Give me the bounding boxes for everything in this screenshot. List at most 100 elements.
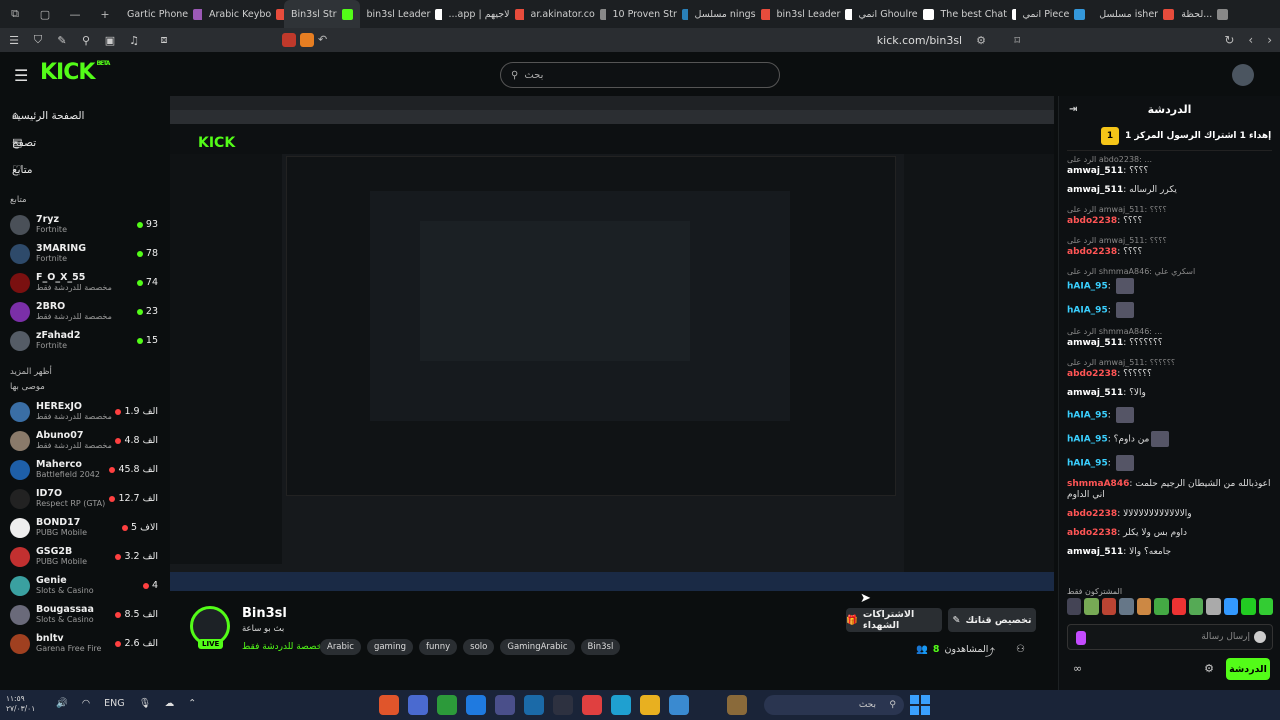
emote-icon[interactable] bbox=[1258, 598, 1274, 615]
browser-tab[interactable]: انمي Piece bbox=[1016, 0, 1093, 28]
channel-item[interactable]: GSG2B PUBG Mobile 3.2 الف bbox=[0, 542, 170, 571]
emote-icon[interactable] bbox=[1223, 598, 1239, 615]
channel-item[interactable]: ID7O Respect RP (GTA) 12.7 الف bbox=[0, 484, 170, 513]
mic-icon[interactable] bbox=[1076, 631, 1086, 645]
channel-item[interactable]: zFahad2 Fortnite 15 bbox=[0, 326, 170, 355]
emote-icon[interactable] bbox=[1136, 598, 1152, 615]
taskbar-app-icon[interactable] bbox=[350, 695, 370, 715]
video-player[interactable]: KICK bbox=[170, 96, 1054, 591]
wifi-icon[interactable]: ◠ bbox=[82, 698, 90, 709]
emoji-icon[interactable] bbox=[1254, 631, 1266, 643]
emote-icon[interactable] bbox=[1206, 598, 1221, 615]
taskbar-search[interactable]: بحث ⚲ bbox=[764, 695, 904, 715]
stream-category[interactable]: مخصصة للدردشة فقط bbox=[242, 642, 327, 652]
taskbar-app-icon[interactable] bbox=[727, 695, 747, 715]
streamer-name[interactable]: Bin3sl bbox=[242, 606, 287, 621]
tab-actions-icon[interactable]: ⧉ bbox=[0, 7, 30, 21]
channel-item[interactable]: Maherco Battlefield 2042 45.8 الف bbox=[0, 455, 170, 484]
share-icon[interactable]: ⤴ bbox=[985, 644, 995, 659]
stream-tag[interactable]: solo bbox=[463, 639, 495, 655]
subscribe-button[interactable]: 🎁 الاشتراكات الشهداء bbox=[846, 608, 942, 632]
chat-username[interactable]: amwaj_511 bbox=[1067, 547, 1123, 557]
pen-icon[interactable]: ✎ bbox=[52, 34, 72, 47]
customize-button[interactable]: ✎ تخصيص قناتك bbox=[948, 608, 1036, 632]
tray-chevron-icon[interactable]: ⌃ bbox=[188, 698, 196, 709]
chat-username[interactable]: amwaj_511 bbox=[1067, 388, 1123, 398]
channel-item[interactable]: F_O_X_55 مخصصة للدردشة فقط 74 bbox=[0, 268, 170, 297]
stream-tag[interactable]: funny bbox=[418, 639, 458, 655]
taskbar-app-icon[interactable] bbox=[669, 695, 689, 715]
music-icon[interactable]: ♫ bbox=[124, 34, 144, 47]
back-icon[interactable]: ‹ bbox=[1248, 33, 1253, 47]
workspaces-icon[interactable]: ▢ bbox=[30, 8, 60, 21]
channel-item[interactable]: 3MARING Fortnite 78 bbox=[0, 239, 170, 268]
undo-icon[interactable]: ↶ bbox=[318, 33, 332, 47]
sidebar-menu-item[interactable]: ▤ تصفح bbox=[0, 129, 170, 156]
emote-icon[interactable] bbox=[1188, 598, 1204, 615]
stream-tag[interactable]: GamingArabic bbox=[500, 639, 575, 655]
browser-tab[interactable]: Arabic Keybo bbox=[202, 0, 284, 28]
browser-tab[interactable]: انمي Ghoulre bbox=[852, 0, 934, 28]
collapse-chat-icon[interactable]: ⇥ bbox=[1069, 104, 1077, 115]
menu-icon[interactable]: ☰ bbox=[14, 66, 28, 85]
extension-icon[interactable] bbox=[282, 33, 296, 47]
brave-shield-icon[interactable] bbox=[300, 33, 314, 47]
taskbar-app-icon[interactable] bbox=[408, 695, 428, 715]
browser-tab[interactable]: ar.akinator.co bbox=[524, 0, 606, 28]
gear-icon[interactable]: ⚙ bbox=[1204, 662, 1214, 675]
browser-tab[interactable]: bin3sl Leader bbox=[360, 0, 442, 28]
forward-icon[interactable]: › bbox=[1267, 33, 1272, 47]
windows-start-icon[interactable] bbox=[910, 695, 930, 715]
channel-item[interactable]: Genie Slots & Casino 4 bbox=[0, 571, 170, 600]
browser-tab[interactable]: مسلسل nings bbox=[688, 0, 770, 28]
emote-icon[interactable] bbox=[1101, 598, 1117, 615]
volume-icon[interactable]: 🔊 bbox=[56, 698, 68, 709]
puzzle-icon[interactable]: ⚲ bbox=[76, 34, 96, 47]
chat-username[interactable]: abdo2238 bbox=[1067, 369, 1117, 379]
new-tab-icon[interactable]: + bbox=[90, 8, 120, 21]
browser-tab[interactable]: 10 Proven Str bbox=[606, 0, 688, 28]
emote-icon[interactable] bbox=[1171, 598, 1186, 615]
chat-username[interactable]: amwaj_511 bbox=[1067, 185, 1123, 195]
chat-username[interactable]: hAIA_95 bbox=[1067, 306, 1108, 316]
address-bar[interactable]: ↶ kick.com/bin3sl ⚙ ⌑ bbox=[280, 30, 1030, 50]
emote-icon[interactable] bbox=[1241, 598, 1256, 615]
sidebar-menu-item[interactable]: ♡ متابع bbox=[0, 156, 170, 183]
channel-item[interactable]: HERExJO مخصصة للدردشة فقط 1.9 الف bbox=[0, 397, 170, 426]
channel-item[interactable]: 7ryz Fortnite 93 bbox=[0, 210, 170, 239]
taskbar-app-icon[interactable] bbox=[611, 695, 631, 715]
bookmark-icon[interactable]: ⌑ bbox=[1014, 34, 1020, 47]
stream-tag[interactable]: Arabic bbox=[320, 639, 361, 655]
chat-send-button[interactable]: الدردشة bbox=[1226, 658, 1270, 680]
profile-icon[interactable]: ⚇ bbox=[1016, 644, 1025, 655]
chat-username[interactable]: abdo2238 bbox=[1067, 528, 1117, 538]
taskbar-app-icon[interactable] bbox=[553, 695, 573, 715]
taskbar-app-icon[interactable] bbox=[495, 695, 515, 715]
show-more-link[interactable]: أظهر المزيد bbox=[0, 367, 170, 377]
shield-icon[interactable]: ⛉ bbox=[28, 33, 48, 47]
chat-username[interactable]: hAIA_95 bbox=[1067, 459, 1108, 469]
chat-username[interactable]: shmmaA846 bbox=[1067, 479, 1129, 489]
browser-tab[interactable]: bin3sl Leader bbox=[770, 0, 852, 28]
emote-icon[interactable] bbox=[1119, 598, 1134, 615]
browser-tab[interactable]: Gartic Phone bbox=[120, 0, 202, 28]
emote-icon[interactable] bbox=[1154, 598, 1169, 615]
browser-tab[interactable]: Bin3sl Str bbox=[284, 0, 360, 28]
chat-username[interactable]: hAIA_95 bbox=[1067, 435, 1108, 445]
browser-tab[interactable]: لحظة... bbox=[1174, 0, 1235, 28]
chat-username[interactable]: hAIA_95 bbox=[1067, 411, 1108, 421]
user-avatar[interactable] bbox=[1232, 64, 1254, 86]
lang-indicator[interactable]: ENG bbox=[104, 698, 124, 709]
chat-input[interactable]: إرسال رسالة bbox=[1067, 624, 1273, 650]
panel-icon[interactable]: ▣ bbox=[100, 34, 120, 47]
clock[interactable]: ١١:٥٩ ٢٧/٠٣/٠١ bbox=[6, 694, 35, 714]
taskbar-app-icon[interactable] bbox=[379, 695, 399, 715]
infinity-icon[interactable]: ∞ bbox=[1073, 662, 1082, 675]
taskbar-app-icon[interactable] bbox=[582, 695, 602, 715]
tune-icon[interactable]: ⚙ bbox=[976, 34, 986, 47]
stream-tag[interactable]: gaming bbox=[366, 639, 413, 655]
kick-logo[interactable]: KICK BETA bbox=[40, 60, 110, 85]
screenshot-icon[interactable]: ⧈ bbox=[154, 33, 174, 47]
reload-icon[interactable]: ↻ bbox=[1224, 33, 1234, 47]
channel-item[interactable]: 2BRO مخصصة للدردشة فقط 23 bbox=[0, 297, 170, 326]
